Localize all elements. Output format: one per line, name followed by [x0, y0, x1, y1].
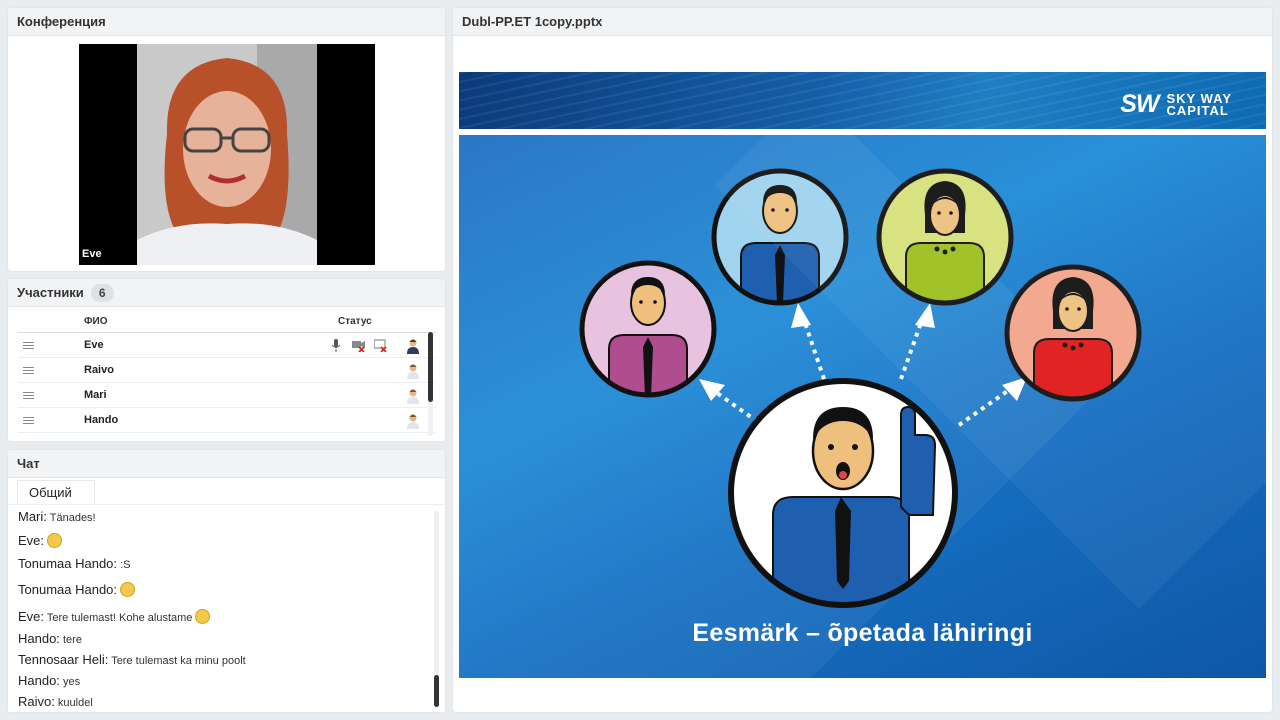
- chat-panel: Чат Общий Mari: Tänades! Eve: Tonumaa Ha…: [8, 450, 445, 712]
- conference-panel: Конференция Eve: [8, 8, 445, 271]
- message-text: :S: [120, 559, 131, 571]
- scrollbar-thumb[interactable]: [428, 332, 433, 402]
- message-author: Hando:: [18, 631, 60, 646]
- presentation-header: Dubl-PP.ET 1copy.pptx: [453, 8, 1272, 36]
- participants-panel: Участники 6 ФИО Статус Eve Raivo Mari Ha…: [8, 279, 445, 441]
- presentation-slide: SW SKY WAY CAPITAL Eesmärk – õpetada läh…: [459, 72, 1266, 678]
- participants-title: Участники: [17, 285, 84, 300]
- message-author: Eve:: [18, 533, 45, 548]
- screen-off-icon[interactable]: [374, 339, 388, 352]
- people-network-illustration: [579, 168, 1142, 608]
- presenter-user-icon: [407, 339, 419, 354]
- participants-table-header: ФИО Статус: [18, 313, 436, 333]
- person-pink: [579, 260, 717, 398]
- person-presenter: [728, 378, 958, 608]
- participant-row[interactable]: Raivo: [18, 358, 436, 383]
- chat-message: Hando: yes: [18, 673, 80, 688]
- column-name-header: ФИО: [84, 316, 108, 327]
- message-text: Tere tulemast ka minu poolt: [111, 655, 246, 667]
- logo-text: SKY WAY CAPITAL: [1166, 92, 1232, 118]
- presentation-panel: Dubl-PP.ET 1copy.pptx SW SKY WAY CAPITAL: [453, 8, 1272, 712]
- slide-banner: SW SKY WAY CAPITAL: [459, 72, 1266, 129]
- participants-count-badge: 6: [90, 283, 114, 302]
- person-red: [1004, 264, 1142, 402]
- neutral-face-icon: [47, 533, 63, 548]
- message-text: yes: [62, 676, 81, 688]
- chat-message: Mari: Tänades!: [18, 509, 96, 524]
- chat-message: Raivo: kuuldel: [18, 694, 93, 709]
- participant-row[interactable]: Hando: [18, 408, 436, 433]
- chat-message: Tonumaa Hando:: [18, 582, 136, 597]
- message-text: Tänades!: [49, 512, 96, 524]
- message-author: Raivo:: [18, 694, 55, 709]
- logo-line-2: CAPITAL: [1166, 102, 1229, 118]
- participant-video-frame: [137, 44, 317, 265]
- presentation-file-name: Dubl-PP.ET 1copy.pptx: [462, 14, 603, 29]
- participant-row[interactable]: Eve: [18, 333, 436, 358]
- drag-handle-icon[interactable]: [23, 367, 34, 374]
- video-name-label: Eve: [82, 248, 102, 260]
- chat-messages: Mari: Tänades! Eve: Tonumaa Hando: :S To…: [8, 504, 445, 712]
- camera-off-icon[interactable]: [352, 339, 366, 352]
- message-author: Tonumaa Hando:: [18, 582, 118, 597]
- grin-face-icon: [120, 582, 136, 597]
- participants-table: ФИО Статус Eve Raivo Mari Hando: [18, 313, 436, 433]
- participant-row[interactable]: Mari: [18, 383, 436, 408]
- person-blue: [711, 168, 849, 306]
- chat-scrollbar[interactable]: [434, 511, 439, 707]
- message-text: tere: [62, 634, 82, 646]
- message-text: Tere tulemast! Kohe alustame: [46, 612, 193, 624]
- chat-tab-general[interactable]: Общий: [17, 480, 95, 504]
- participant-name: Eve: [84, 339, 104, 351]
- message-text: kuuldel: [57, 697, 93, 709]
- message-author: Tennosaar Heli:: [18, 652, 109, 667]
- drag-handle-icon[interactable]: [23, 342, 34, 349]
- participant-name: Hando: [84, 414, 119, 426]
- participants-scrollbar[interactable]: [428, 332, 433, 436]
- chat-title: Чат: [17, 456, 40, 471]
- slide-body: Eesmärk – õpetada lähiringi: [459, 135, 1266, 678]
- person-green: [876, 168, 1014, 306]
- chat-message: Tennosaar Heli: Tere tulemast ka minu po…: [18, 652, 246, 667]
- microphone-icon[interactable]: [331, 339, 341, 352]
- video-feed[interactable]: Eve: [79, 44, 375, 265]
- scrollbar-thumb[interactable]: [434, 675, 439, 707]
- message-author: Hando:: [18, 673, 60, 688]
- conference-title: Конференция: [17, 14, 106, 29]
- chat-message: Hando: tere: [18, 631, 82, 646]
- logo-mark: SW: [1120, 90, 1159, 118]
- message-author: Tonumaa Hando:: [18, 556, 118, 571]
- message-author: Eve:: [18, 609, 45, 624]
- participant-name: Raivo: [84, 364, 114, 376]
- chat-message: Eve: Tere tulemast! Kohe alustame: [18, 609, 211, 624]
- chat-header: Чат: [8, 450, 445, 478]
- sky-way-capital-logo: SW SKY WAY CAPITAL: [1120, 90, 1232, 119]
- neutral-face-icon: [195, 609, 211, 624]
- chat-message: Tonumaa Hando: :S: [18, 556, 130, 571]
- user-icon: [407, 414, 419, 429]
- user-icon: [407, 364, 419, 379]
- user-icon: [407, 389, 419, 404]
- conference-header: Конференция: [8, 8, 445, 36]
- participant-silhouette: [137, 44, 317, 265]
- drag-handle-icon[interactable]: [23, 417, 34, 424]
- chat-message: Eve:: [18, 533, 63, 548]
- message-author: Mari:: [18, 509, 47, 524]
- participants-header: Участники 6: [8, 279, 445, 307]
- column-status-header: Статус: [338, 316, 372, 327]
- drag-handle-icon[interactable]: [23, 392, 34, 399]
- slide-caption: Eesmärk – õpetada lähiringi: [692, 619, 1033, 647]
- participant-name: Mari: [84, 389, 107, 401]
